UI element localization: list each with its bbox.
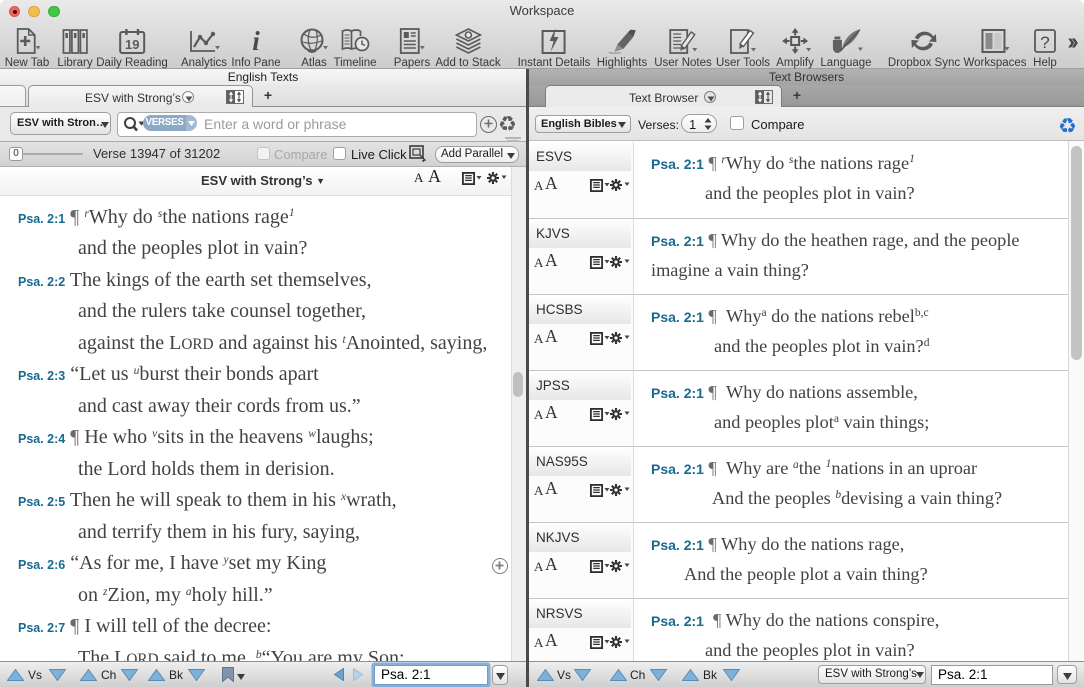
svg-text:19: 19 bbox=[125, 37, 139, 52]
svg-text:?: ? bbox=[1040, 33, 1049, 52]
